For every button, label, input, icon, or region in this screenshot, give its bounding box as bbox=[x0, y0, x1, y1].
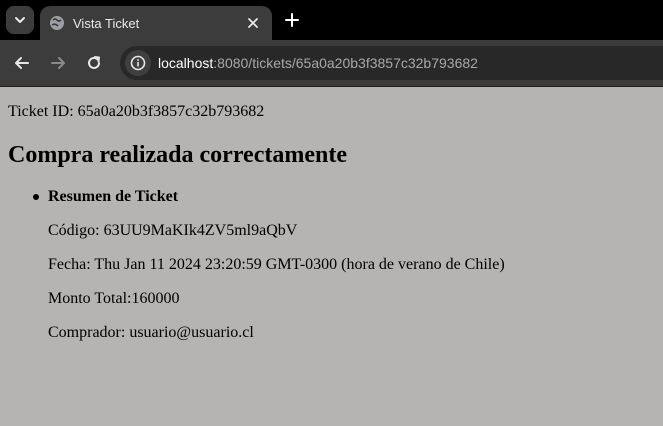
back-button[interactable] bbox=[10, 51, 34, 75]
ticket-buyer: Comprador: usuario@usuario.cl bbox=[48, 324, 254, 341]
tab-title: Vista Ticket bbox=[73, 15, 140, 31]
ticket-code: Código: 63UU9MaKIk4ZV5ml9aQbV bbox=[48, 222, 298, 239]
ticket-summary-list: Resumen de Ticket Código: 63UU9MaKIk4ZV5… bbox=[33, 188, 505, 341]
browser-toolbar: localhost:8080/tickets/65a0a20b3f3857c32… bbox=[0, 40, 663, 86]
tab-search-button[interactable] bbox=[6, 6, 34, 34]
active-tab[interactable]: Vista Ticket bbox=[40, 6, 272, 40]
site-info-icon bbox=[130, 55, 146, 71]
globe-icon bbox=[49, 15, 65, 31]
summary-title: Resumen de Ticket bbox=[48, 188, 179, 205]
close-icon bbox=[248, 18, 258, 28]
plus-icon bbox=[285, 13, 299, 27]
site-info-button[interactable] bbox=[125, 50, 151, 76]
summary-title-row: Resumen de Ticket bbox=[33, 188, 179, 206]
forward-button[interactable] bbox=[46, 51, 70, 75]
url-path: :8080/tickets/65a0a20b3f3857c32b793682 bbox=[213, 55, 478, 71]
tab-strip: Vista Ticket bbox=[0, 0, 663, 40]
back-arrow-icon bbox=[15, 57, 29, 69]
reload-button[interactable] bbox=[82, 51, 106, 75]
url-host: localhost bbox=[158, 55, 214, 71]
new-tab-button[interactable] bbox=[280, 8, 304, 32]
bullet-marker bbox=[33, 194, 39, 200]
page-title: Compra realizada correctamente bbox=[8, 142, 347, 168]
ticket-date: Fecha: Thu Jan 11 2024 23:20:59 GMT-0300… bbox=[48, 256, 505, 273]
tab-close-button[interactable] bbox=[244, 14, 262, 32]
url-text: localhost:8080/tickets/65a0a20b3f3857c32… bbox=[158, 55, 478, 71]
reload-icon bbox=[88, 56, 100, 69]
list-item: Resumen de Ticket Código: 63UU9MaKIk4ZV5… bbox=[33, 188, 505, 341]
ticket-total: Monto Total:160000 bbox=[48, 290, 180, 307]
ticket-id: Ticket ID: 65a0a20b3f3857c32b793682 bbox=[8, 103, 265, 120]
page-content: Ticket ID: 65a0a20b3f3857c32b793682 Comp… bbox=[0, 87, 663, 426]
forward-arrow-icon bbox=[51, 57, 65, 69]
chevron-down-icon bbox=[15, 17, 25, 23]
address-bar[interactable]: localhost:8080/tickets/65a0a20b3f3857c32… bbox=[120, 46, 663, 80]
